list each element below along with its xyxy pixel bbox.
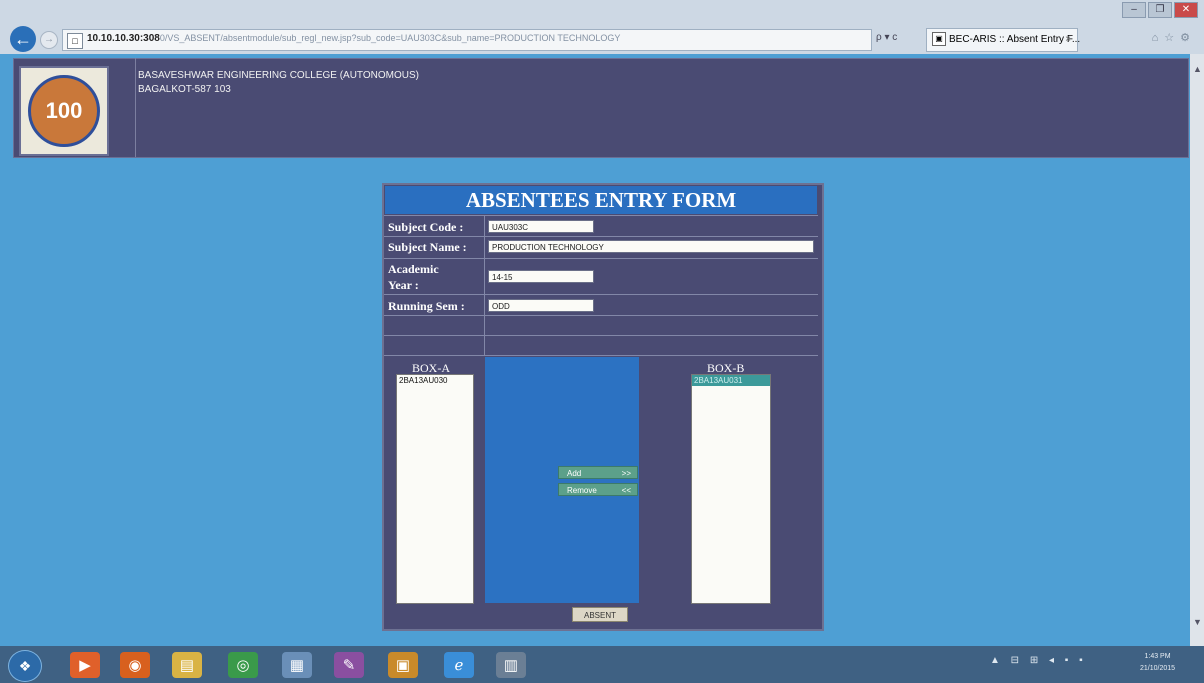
row-divider	[384, 294, 818, 295]
remove-arrow: <<	[621, 486, 631, 495]
subject-code-field[interactable]: UAU303C	[488, 220, 594, 233]
row-divider	[384, 355, 818, 356]
list-item[interactable]: 2BA13AU030	[397, 375, 473, 386]
url-host: 10.10.10.30:308	[87, 33, 160, 44]
vertical-scrollbar[interactable]	[1190, 54, 1204, 646]
firefox-icon[interactable]: ◉	[120, 652, 150, 678]
row-divider	[384, 215, 818, 216]
list-item[interactable]: 2BA13AU031	[692, 375, 770, 386]
browser-tab[interactable]: ▣ BEC-ARIS :: Absent Entry F... ×	[926, 28, 1081, 52]
address-bar-controls[interactable]: ρ ▾ c	[876, 32, 897, 43]
box-b-listbox[interactable]: 2BA13AU031	[691, 374, 771, 604]
logo-seal-icon: 100	[28, 75, 100, 147]
system-clock[interactable]: 1:43 PM 21/10/2015	[1140, 651, 1175, 675]
network-icon[interactable]: ▦	[282, 652, 312, 678]
minimize-button[interactable]: –	[1122, 2, 1146, 18]
subject-name-label: Subject Name :	[388, 240, 467, 254]
row-divider	[384, 335, 818, 336]
remove-button-label: Remove	[567, 486, 597, 495]
paint-icon[interactable]: ✎	[334, 652, 364, 678]
file-explorer-icon[interactable]: ▤	[172, 652, 202, 678]
row-divider	[384, 258, 818, 259]
clock-date: 21/10/2015	[1140, 665, 1176, 672]
scroll-up-icon[interactable]: ▲	[1193, 64, 1202, 74]
academic-year-label-cont: Year :	[388, 278, 419, 292]
chrome-icon[interactable]: ◎	[228, 652, 258, 678]
url-text[interactable]: 10.10.10.30:3080/VS_ABSENT/absentmodule/…	[87, 33, 620, 44]
college-name: BASAVESHWAR ENGINEERING COLLEGE (AUTONOM…	[138, 70, 419, 81]
box-a-listbox[interactable]: 2BA13AU030	[396, 374, 474, 604]
college-address: BAGALKOT-587 103	[138, 84, 231, 95]
window-controls: – ❐ ✕	[1122, 2, 1198, 18]
system-tray[interactable]: ▲ ⊟ ⊞ ◂ ▪ ▪	[990, 655, 1087, 666]
running-sem-field[interactable]: ODD	[488, 299, 594, 312]
absent-button[interactable]: ABSENT	[572, 607, 628, 622]
forward-button[interactable]: →	[40, 31, 58, 49]
clock-time: 1:43 PM	[1144, 653, 1171, 660]
transfer-panel	[485, 357, 639, 603]
internet-explorer-icon[interactable]: ℯ	[444, 652, 474, 678]
url-path: 0/VS_ABSENT/absentmodule/sub_regl_new.js…	[159, 33, 621, 43]
tab-favicon-icon: ▣	[932, 32, 946, 47]
subject-name-field[interactable]: PRODUCTION TECHNOLOGY	[488, 240, 814, 253]
close-window-button[interactable]: ✕	[1174, 2, 1198, 18]
tab-title: BEC-ARIS :: Absent Entry F...	[949, 34, 1081, 45]
academic-year-label: Academic	[388, 262, 439, 276]
media-player-icon[interactable]: ▶	[70, 652, 100, 678]
banner-divider	[135, 58, 136, 157]
calculator-icon[interactable]: ▥	[496, 652, 526, 678]
windows-folders-icon[interactable]: ▣	[388, 652, 418, 678]
tab-close-icon[interactable]: ×	[1065, 29, 1071, 51]
browser-tools-icons[interactable]: ⌂☆⚙	[1152, 31, 1196, 44]
subject-code-label: Subject Code :	[388, 220, 464, 234]
page-icon: □	[67, 33, 83, 49]
row-divider	[384, 236, 818, 237]
remove-button[interactable]: Remove <<	[558, 483, 638, 496]
column-divider	[484, 215, 485, 355]
add-button-label: Add	[567, 469, 582, 478]
row-divider	[384, 315, 818, 316]
form-title: ABSENTEES ENTRY FORM	[385, 186, 817, 214]
academic-year-field[interactable]: 14-15	[488, 270, 594, 283]
add-button[interactable]: Add >>	[558, 466, 638, 479]
back-button[interactable]: ←	[10, 26, 36, 52]
address-bar[interactable]: □ 10.10.10.30:3080/VS_ABSENT/absentmodul…	[62, 29, 872, 51]
maximize-button[interactable]: ❐	[1148, 2, 1172, 18]
add-arrow: >>	[621, 469, 631, 478]
running-sem-label: Running Sem :	[388, 299, 465, 313]
start-button[interactable]: ❖	[8, 650, 42, 682]
scroll-down-icon[interactable]: ▼	[1193, 617, 1202, 627]
college-logo: 100	[19, 66, 109, 156]
